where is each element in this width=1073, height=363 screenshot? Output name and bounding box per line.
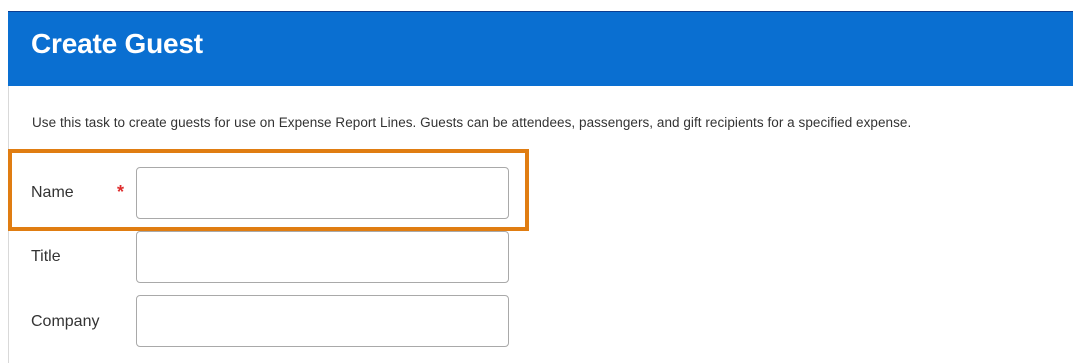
page-title: Create Guest bbox=[31, 28, 203, 59]
company-input[interactable] bbox=[136, 295, 509, 347]
name-label: Name bbox=[31, 184, 74, 201]
create-guest-page: Create Guest Use this task to create gue… bbox=[0, 0, 1073, 363]
top-divider bbox=[8, 0, 1073, 12]
company-label: Company bbox=[31, 313, 100, 330]
task-description: Use this task to create guests for use o… bbox=[32, 115, 912, 130]
required-indicator: * bbox=[117, 182, 125, 202]
name-input[interactable] bbox=[136, 167, 509, 219]
title-input[interactable] bbox=[136, 231, 509, 283]
title-label: Title bbox=[31, 248, 61, 265]
page-header: Create Guest bbox=[8, 12, 1073, 86]
